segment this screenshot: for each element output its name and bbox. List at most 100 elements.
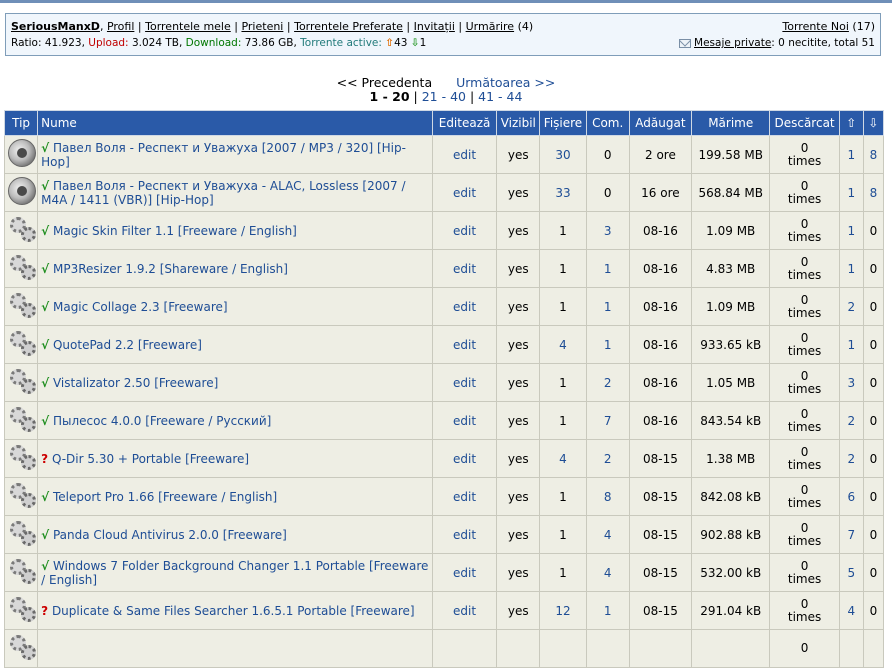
type-cell[interactable] [3, 287, 39, 326]
profile-link[interactable]: Profil [107, 20, 134, 33]
edit-link[interactable]: edit [453, 566, 476, 580]
type-cell[interactable] [3, 211, 39, 250]
seeders-link[interactable]: 1 [847, 148, 855, 162]
name-cell: √ Павел Воля - Респект и Уважуха - ALAC,… [37, 173, 433, 212]
comments-link[interactable]: 7 [604, 414, 612, 428]
comments-link[interactable]: 2 [604, 376, 612, 390]
seeders-link[interactable]: 1 [847, 262, 855, 276]
type-cell[interactable] [3, 135, 39, 174]
edit-link[interactable]: edit [453, 414, 476, 428]
files-link[interactable]: 12 [555, 604, 570, 618]
edit-link[interactable]: edit [453, 490, 476, 504]
times-label: times [787, 533, 822, 548]
torrent-name-link[interactable]: Павел Воля - Респект и Уважуха [2007 / M… [41, 141, 406, 169]
header-comments[interactable]: Com. [585, 110, 630, 136]
torrent-name-link[interactable]: MP3Resizer 1.9.2 [Shareware / English] [53, 262, 288, 276]
files-link[interactable]: 33 [555, 186, 570, 200]
seeders-link[interactable]: 5 [847, 566, 855, 580]
username-link[interactable]: SeriousManxD [11, 20, 100, 33]
header-size[interactable]: Mărime [691, 110, 771, 136]
friends-link[interactable]: Prieteni [241, 20, 283, 33]
seeders-link[interactable]: 2 [847, 452, 855, 466]
header-visible[interactable]: Vizibil [496, 110, 541, 136]
header-downloaded[interactable]: Descărcat [769, 110, 840, 136]
seeders-link[interactable]: 7 [847, 528, 855, 542]
seeders-link[interactable]: 1 [847, 338, 855, 352]
seeders-link[interactable]: 2 [847, 414, 855, 428]
leechers-link[interactable]: 8 [870, 186, 878, 200]
edit-link[interactable]: edit [453, 338, 476, 352]
leechers-count: 0 [869, 413, 878, 428]
seeders-link[interactable]: 1 [847, 224, 855, 238]
torrent-name-link[interactable]: Vistalizator 2.50 [Freeware] [53, 376, 218, 390]
visible-cell: yes [496, 173, 541, 212]
comments-link[interactable]: 1 [604, 262, 612, 276]
type-cell[interactable] [3, 477, 39, 516]
torrent-name-link[interactable]: Павел Воля - Респект и Уважуха - ALAC, L… [41, 179, 405, 207]
comments-link[interactable]: 1 [604, 300, 612, 314]
torrent-name-link[interactable]: Пылесос 4.0.0 [Freeware / Русский] [53, 414, 271, 428]
comments-link[interactable]: 1 [604, 604, 612, 618]
edit-link[interactable]: edit [453, 224, 476, 238]
torrent-name-link[interactable]: Windows 7 Folder Background Changer 1.1 … [41, 559, 428, 587]
type-cell[interactable] [3, 401, 39, 440]
edit-link[interactable]: edit [453, 528, 476, 542]
header-leechers-icon[interactable]: ⇩ [862, 110, 885, 136]
comments-cell: 1 [585, 325, 630, 364]
edit-link[interactable]: edit [453, 262, 476, 276]
comments-link[interactable]: 4 [604, 566, 612, 580]
type-cell[interactable] [3, 515, 39, 554]
comments-link[interactable]: 3 [604, 224, 612, 238]
type-cell[interactable] [3, 591, 39, 630]
torrent-name-link[interactable]: QuotePad 2.2 [Freeware] [53, 338, 202, 352]
comments-link[interactable]: 4 [604, 528, 612, 542]
header-added[interactable]: Adăugat [628, 110, 693, 136]
favorite-torrents-link[interactable]: Torrentele Preferate [294, 20, 403, 33]
type-cell[interactable] [3, 325, 39, 364]
upload-value: 3.024 TB, [131, 37, 183, 49]
type-cell[interactable] [3, 629, 39, 668]
type-cell[interactable] [3, 173, 39, 212]
my-torrents-link[interactable]: Torrentele mele [145, 20, 231, 33]
seeders-link[interactable]: 4 [847, 604, 855, 618]
seeders-link[interactable]: 1 [847, 186, 855, 200]
header-files[interactable]: Fișiere [539, 110, 587, 136]
files-link[interactable]: 30 [555, 148, 570, 162]
edit-link[interactable]: edit [453, 452, 476, 466]
comments-link[interactable]: 2 [604, 452, 612, 466]
watch-link[interactable]: Urmărire [466, 20, 514, 33]
header-seeders-icon[interactable]: ⇧ [838, 110, 864, 136]
torrent-name-link[interactable]: Duplicate & Same Files Searcher 1.6.5.1 … [52, 604, 415, 618]
page-link-2[interactable]: 21 - 40 [422, 89, 466, 104]
files-link[interactable]: 4 [559, 452, 567, 466]
comments-link[interactable]: 1 [604, 338, 612, 352]
type-cell[interactable] [3, 553, 39, 592]
edit-link[interactable]: edit [453, 186, 476, 200]
type-cell[interactable] [3, 363, 39, 402]
edit-link[interactable]: edit [453, 148, 476, 162]
new-torrents-link[interactable]: Torrente Noi [782, 20, 849, 33]
private-messages-link[interactable]: Mesaje private [694, 37, 771, 49]
seeders-link[interactable]: 3 [847, 376, 855, 390]
type-cell[interactable] [3, 439, 39, 478]
seeders-link[interactable]: 2 [847, 300, 855, 314]
torrent-name-link[interactable]: Teleport Pro 1.66 [Freeware / English] [53, 490, 277, 504]
torrent-name-link[interactable]: Q-Dir 5.30 + Portable [Freeware] [52, 452, 249, 466]
edit-link[interactable]: edit [453, 604, 476, 618]
name-cell: ? Duplicate & Same Files Searcher 1.6.5.… [37, 591, 433, 630]
files-link[interactable]: 4 [559, 338, 567, 352]
torrent-name-link[interactable]: Magic Skin Filter 1.1 [Freeware / Englis… [53, 224, 297, 238]
invitations-link[interactable]: Invitații [414, 20, 455, 33]
torrent-name-link[interactable]: Magic Collage 2.3 [Freeware] [53, 300, 228, 314]
header-type[interactable]: Tip [3, 110, 39, 136]
edit-link[interactable]: edit [453, 376, 476, 390]
comments-link[interactable]: 8 [604, 490, 612, 504]
leechers-link[interactable]: 8 [870, 148, 878, 162]
header-name[interactable]: Nume [37, 110, 433, 136]
next-page-link[interactable]: Următoarea >> [456, 75, 555, 90]
torrent-name-link[interactable]: Panda Cloud Antivirus 2.0.0 [Freeware] [53, 528, 287, 542]
seeders-link[interactable]: 6 [847, 490, 855, 504]
type-cell[interactable] [3, 249, 39, 288]
page-link-3[interactable]: 41 - 44 [478, 89, 522, 104]
edit-link[interactable]: edit [453, 300, 476, 314]
